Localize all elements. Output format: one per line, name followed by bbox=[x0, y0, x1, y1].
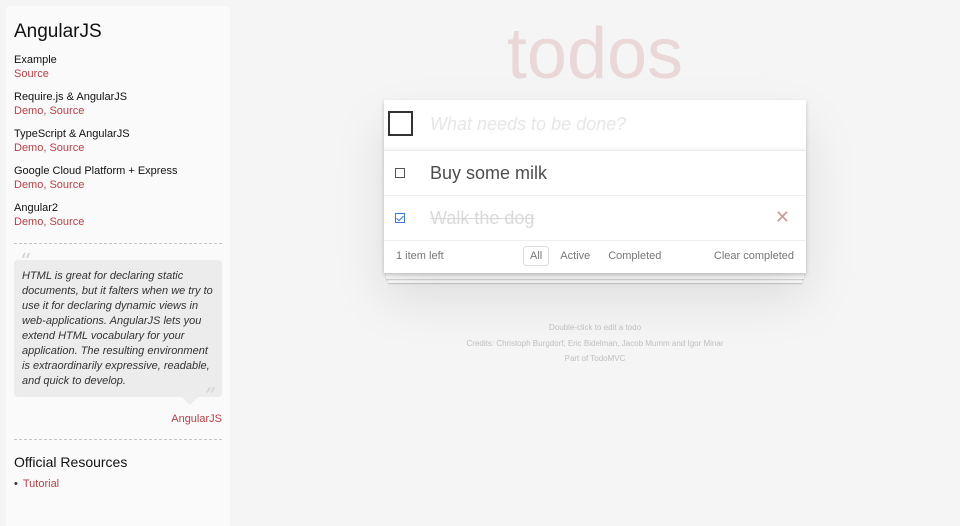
sidebar-title: AngularJS bbox=[14, 21, 102, 42]
demo-link[interactable]: Demo bbox=[14, 216, 43, 228]
source-link[interactable]: Source bbox=[49, 179, 84, 191]
quote-text: HTML is great for declaring static docum… bbox=[14, 260, 222, 409]
quote-source-link[interactable]: AngularJS bbox=[171, 413, 222, 425]
todo-footer: 1 item left All Active Completed Clear c… bbox=[384, 241, 806, 273]
source-link[interactable]: Source bbox=[49, 105, 84, 117]
filter-active[interactable]: Active bbox=[553, 246, 597, 266]
source-link[interactable]: Source bbox=[14, 68, 49, 80]
quote-tail bbox=[182, 397, 198, 405]
todo-item[interactable]: Buy some milk bbox=[384, 151, 806, 196]
divider bbox=[14, 439, 222, 440]
example-name: Google Cloud Platform + Express bbox=[14, 165, 178, 177]
quote-block: “ HTML is great for declaring static doc… bbox=[14, 250, 222, 425]
todo-label[interactable]: Buy some milk bbox=[430, 163, 547, 184]
destroy-icon[interactable]: ✕ bbox=[775, 207, 790, 228]
demo-link[interactable]: Demo bbox=[14, 142, 43, 154]
todo-count: 1 item left bbox=[396, 250, 444, 262]
app-title: todos bbox=[506, 14, 684, 94]
todo-checkbox[interactable] bbox=[395, 213, 405, 223]
todo-label[interactable]: Walk the dog bbox=[430, 208, 534, 229]
clear-completed-button[interactable]: Clear completed bbox=[714, 250, 794, 262]
example-name: TypeScript & AngularJS bbox=[14, 128, 130, 140]
filter-completed[interactable]: Completed bbox=[601, 246, 668, 266]
sidebar: AngularJS Example Source Require.js & An… bbox=[6, 6, 230, 526]
edit-hint: Double-click to edit a todo bbox=[548, 323, 642, 332]
info-footer: Double-click to edit a todo Credits: Chr… bbox=[384, 320, 806, 367]
example-item: Example Source bbox=[14, 53, 222, 81]
resources-title: Official Resources bbox=[14, 454, 128, 470]
new-todo-row: What needs to be done? bbox=[384, 100, 806, 151]
example-name: Example bbox=[14, 54, 57, 66]
close-quote-icon: ” bbox=[204, 385, 216, 410]
source-link[interactable]: Source bbox=[49, 142, 84, 154]
example-item: TypeScript & AngularJS Demo, Source bbox=[14, 127, 222, 155]
credits: Credits: Christoph Burgdorf, Eric Bidelm… bbox=[466, 338, 724, 348]
example-item: Require.js & AngularJS Demo, Source bbox=[14, 90, 222, 118]
example-item: Angular2 Demo, Source bbox=[14, 201, 222, 229]
todo-app: What needs to be done? Buy some milk Wal… bbox=[384, 100, 806, 273]
example-name: Angular2 bbox=[14, 202, 59, 214]
filters: All Active Completed bbox=[523, 246, 668, 266]
example-item: Google Cloud Platform + Express Demo, So… bbox=[14, 164, 222, 192]
list-item: Tutorial bbox=[14, 478, 222, 490]
toggle-all-checkbox[interactable] bbox=[388, 111, 413, 136]
divider bbox=[14, 243, 222, 244]
new-todo-input[interactable]: What needs to be done? bbox=[430, 114, 626, 135]
quote-body: HTML is great for declaring static docum… bbox=[22, 270, 213, 387]
resources-list: Tutorial bbox=[14, 478, 222, 490]
tutorial-link[interactable]: Tutorial bbox=[23, 478, 59, 490]
demo-link[interactable]: Demo bbox=[14, 179, 43, 191]
todo-checkbox[interactable] bbox=[395, 168, 405, 178]
quote-source: AngularJS bbox=[14, 413, 222, 425]
todo-item[interactable]: Walk the dog ✕ bbox=[384, 196, 806, 241]
demo-link[interactable]: Demo bbox=[14, 105, 43, 117]
source-link[interactable]: Source bbox=[49, 216, 84, 228]
part-of: Part of TodoMVC bbox=[564, 354, 626, 363]
example-name: Require.js & AngularJS bbox=[14, 91, 128, 103]
filter-all[interactable]: All bbox=[523, 246, 550, 266]
